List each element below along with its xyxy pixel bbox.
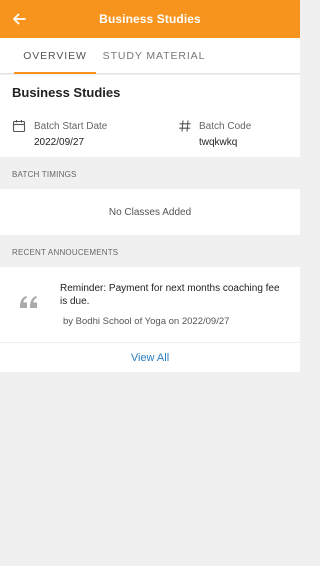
course-title: Business Studies <box>12 85 121 100</box>
tab-study-material[interactable]: STUDY MATERIAL <box>102 38 206 74</box>
batch-code-label: Batch Code <box>199 121 252 132</box>
batch-timings-heading: BATCH TIMINGS <box>12 169 77 179</box>
batch-code-value: twqkwkq <box>199 137 238 148</box>
quote-icon <box>20 296 37 308</box>
batch-start-value: 2022/09/27 <box>34 137 85 148</box>
course-info-card: Business Studies Batch Start Date 2022/0… <box>0 75 300 157</box>
calendar-icon <box>12 120 26 133</box>
no-classes-text: No Classes Added <box>108 206 192 218</box>
arrow-left-icon <box>13 13 26 25</box>
announcement-byline: by Bodhi School of Yoga on 2022/09/27 <box>63 316 230 327</box>
batch-timings-panel: No Classes Added <box>0 189 300 235</box>
back-button[interactable] <box>8 8 30 30</box>
hash-icon <box>179 120 191 132</box>
tab-bar: OVERVIEW STUDY MATERIAL <box>0 38 300 74</box>
app-bar: Business Studies <box>0 0 300 38</box>
announcements-heading: RECENT ANNOUCEMENTS <box>12 247 119 257</box>
divider <box>0 342 300 343</box>
tab-overview[interactable]: OVERVIEW <box>14 38 96 74</box>
announcement-text: Reminder: Payment for next months coachi… <box>60 283 280 307</box>
page-title: Business Studies <box>99 12 201 26</box>
batch-start-label: Batch Start Date <box>34 121 108 132</box>
view-all-link[interactable]: View All <box>0 344 300 372</box>
